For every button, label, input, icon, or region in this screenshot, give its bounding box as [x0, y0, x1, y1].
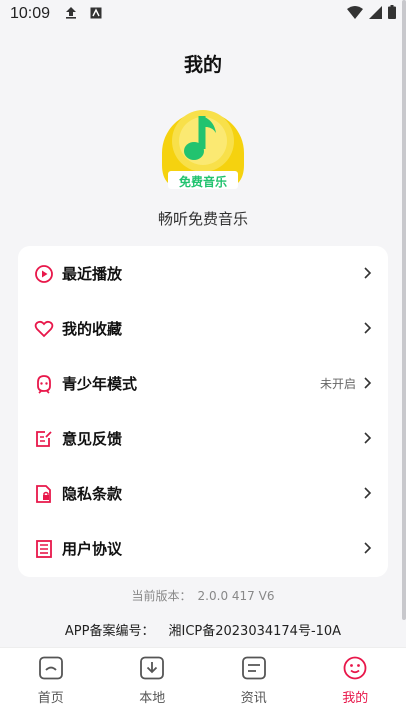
- play-circle-icon: [34, 264, 54, 284]
- feedback-icon: [34, 429, 54, 449]
- teen-mode-status: 未开启: [319, 377, 356, 391]
- download-icon: [139, 656, 165, 684]
- tab-news[interactable]: 资讯: [203, 648, 305, 721]
- agreement-book-icon: [34, 539, 54, 559]
- signal-icon: [369, 5, 382, 23]
- menu-item-privacy[interactable]: 隐私条款: [18, 466, 388, 521]
- menu-item-favorites[interactable]: 我的收藏: [18, 301, 388, 356]
- menu-item-recent-play[interactable]: 最近播放: [18, 246, 388, 301]
- tab-label: 资讯: [240, 691, 267, 706]
- bottom-tab-bar: 首页 本地 资讯 我的: [0, 647, 406, 721]
- chevron-right-icon: [362, 264, 372, 283]
- version-info: 当前版本： 2.0.0 417 V6: [0, 587, 406, 604]
- tab-mine[interactable]: 我的: [305, 648, 406, 721]
- battery-icon: [388, 5, 396, 23]
- tab-label: 首页: [37, 691, 64, 706]
- menu-label: 我的收藏: [62, 320, 123, 338]
- menu-card: 最近播放 我的收藏 青少年模式 未开启 意见反馈 隐私条款 用户协议: [18, 246, 388, 577]
- menu-label: 最近播放: [62, 265, 123, 283]
- tab-local[interactable]: 本地: [102, 648, 204, 721]
- menu-item-user-agreement[interactable]: 用户协议: [18, 521, 388, 576]
- notification-icon: [90, 5, 102, 23]
- chevron-right-icon: [362, 484, 372, 503]
- page-title: 我的: [183, 54, 222, 76]
- app-logo: 免费音乐: [158, 103, 248, 193]
- heart-icon: [34, 319, 54, 339]
- tab-home[interactable]: 首页: [0, 648, 102, 721]
- upload-icon: [64, 5, 78, 23]
- status-bar: 10:09: [0, 0, 406, 28]
- wifi-icon: [347, 5, 363, 23]
- icp-info: APP备案编号： 湘ICP备2023034174号-10A: [0, 620, 406, 639]
- chevron-right-icon: [362, 319, 372, 338]
- news-icon: [241, 656, 267, 684]
- tab-label: 本地: [139, 691, 166, 706]
- version-value: 2.0.0 417 V6: [197, 589, 275, 603]
- status-time: 10:09: [10, 5, 51, 22]
- menu-label: 意见反馈: [62, 430, 123, 448]
- scrollbar[interactable]: [402, 0, 406, 620]
- home-indicator: [0, 714, 406, 721]
- teen-face-icon: [34, 374, 54, 394]
- profile-face-icon: [342, 656, 368, 684]
- chevron-right-icon: [362, 374, 372, 393]
- chevron-right-icon: [362, 539, 372, 558]
- icp-number: 湘ICP备2023034174号-10A: [168, 624, 342, 639]
- menu-label: 青少年模式: [62, 375, 138, 393]
- menu-item-feedback[interactable]: 意见反馈: [18, 411, 388, 466]
- tab-label: 我的: [342, 691, 369, 706]
- menu-label: 用户协议: [62, 540, 123, 558]
- icp-label: APP备案编号：: [64, 624, 155, 639]
- menu-item-teen-mode[interactable]: 青少年模式 未开启: [18, 356, 388, 411]
- chevron-right-icon: [362, 429, 372, 448]
- logo-text: 免费音乐: [178, 175, 227, 189]
- version-label: 当前版本：: [131, 589, 192, 603]
- menu-label: 隐私条款: [62, 485, 123, 503]
- privacy-lock-icon: [34, 484, 54, 504]
- home-icon: [38, 656, 64, 684]
- app-name: 畅听免费音乐: [157, 210, 248, 228]
